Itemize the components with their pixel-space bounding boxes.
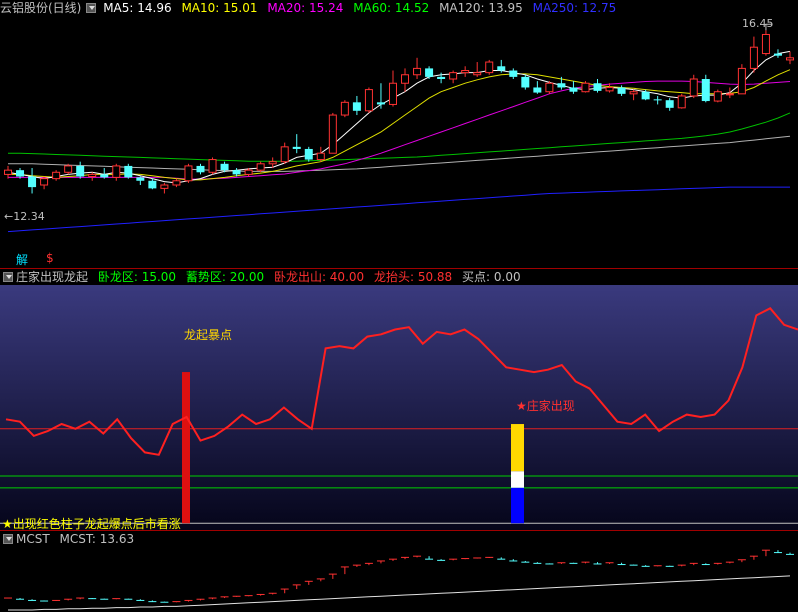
candle-up [316, 152, 325, 161]
ma5-line [7, 50, 791, 184]
candle-up [473, 72, 482, 76]
candle-down [292, 146, 301, 149]
candle-down [220, 163, 229, 171]
kline-pane: 云铝股份(日线) MA5: 14.96 MA10: 15.01 MA20: 15… [0, 0, 798, 268]
maidian-label: 买点: 0.00 [462, 270, 521, 284]
candle-down [617, 87, 626, 94]
candle-down [773, 53, 782, 56]
candle-down [437, 76, 446, 79]
candle-down [701, 79, 710, 102]
candle-down [497, 66, 506, 71]
candle-up [461, 70, 470, 74]
candle-up [4, 169, 12, 175]
ma10-line [8, 69, 791, 181]
candle-up [112, 165, 121, 178]
xushi-label: 蓄势区: 20.00 [185, 270, 265, 284]
candle-up [605, 86, 614, 92]
candle-up [413, 67, 422, 76]
candle-up [629, 91, 638, 95]
indicator-header: 庄家出现龙起 卧龙区: 15.00 蓄势区: 20.00 卧龙出山: 40.00… [0, 269, 527, 285]
candle-down [232, 170, 241, 175]
indicator-chart[interactable] [0, 285, 798, 530]
candle-up [172, 180, 181, 186]
candle-down [136, 177, 145, 181]
candle-up [786, 57, 794, 61]
candle-up [485, 61, 494, 74]
candle-up [749, 46, 758, 69]
candle-down [148, 180, 157, 189]
candle-up [737, 67, 746, 95]
indicator-title: 庄家出现龙起 [16, 270, 89, 284]
candle-down [100, 174, 109, 178]
candle-up [677, 95, 686, 109]
ma60-line [8, 112, 791, 162]
dollar-icon[interactable]: $ [46, 251, 54, 265]
jie-button[interactable]: 解 [16, 251, 28, 268]
candle-up [160, 184, 169, 189]
low-price-label: ←12.34 [4, 210, 45, 223]
candle-up [545, 82, 554, 93]
mcst-chart[interactable] [0, 531, 798, 612]
candle-down [196, 165, 205, 173]
candle-down [304, 148, 313, 160]
candle-down [352, 102, 361, 111]
candle-down [76, 165, 85, 177]
wolong-label: 卧龙区: 15.00 [97, 270, 177, 284]
ma20-line [8, 80, 791, 180]
candle-down [16, 170, 25, 177]
wolong-chushan-label: 卧龙出山: 40.00 [273, 270, 365, 284]
candlestick-chart[interactable] [0, 0, 798, 268]
candle-up [256, 163, 265, 171]
mcst-base-line [8, 575, 791, 611]
candle-up [364, 89, 373, 112]
candle-down [653, 99, 662, 101]
long-taitou-label: 龙抬头: 50.88 [373, 270, 453, 284]
candle-down [124, 165, 133, 178]
dragon-burst-label: 龙起暴点 [184, 328, 233, 342]
dragon-burst-bar [182, 372, 190, 524]
candle-up [184, 165, 193, 182]
candle-up [340, 101, 349, 116]
zhuang-appear-label: ★庄家出现 [516, 399, 575, 413]
zhuang-bar-yellow [511, 424, 524, 472]
candle-down [376, 102, 385, 105]
ma250-line [7, 186, 790, 233]
candle-up [52, 171, 61, 180]
candle-up [401, 74, 410, 84]
candle-down [509, 70, 518, 77]
candle-down [593, 83, 602, 91]
candle-up [328, 114, 337, 154]
candle-up [244, 169, 253, 175]
candle-up [40, 178, 49, 186]
candle-up [88, 173, 97, 178]
candle-down [533, 87, 542, 93]
candle-up [449, 72, 458, 80]
indicator-pane: 庄家出现龙起 卧龙区: 15.00 蓄势区: 20.00 卧龙出山: 40.00… [0, 269, 798, 531]
candle-up [388, 82, 397, 105]
candle-up [713, 91, 722, 102]
high-price-label: 16.45 [742, 17, 774, 30]
candle-down [521, 76, 530, 88]
candle-down [569, 87, 578, 92]
candle-down [557, 83, 566, 88]
candle-up [280, 146, 289, 163]
candle-up [64, 165, 73, 173]
candle-down [28, 176, 37, 188]
candle-down [425, 68, 434, 77]
candle-down [641, 91, 650, 100]
candle-up [761, 33, 770, 55]
mcst-pane: MCST MCST: 13.63 [0, 531, 798, 612]
candle-up [581, 82, 590, 93]
candle-up [725, 93, 734, 96]
candle-up [689, 78, 698, 97]
candle-up [268, 161, 277, 165]
candle-up [208, 159, 217, 173]
indicator-background [0, 285, 798, 530]
candle-down [665, 100, 674, 108]
dropdown-icon[interactable] [3, 272, 13, 282]
zhuang-bar-white [511, 471, 524, 488]
zhuang-bar-blue [511, 487, 524, 524]
